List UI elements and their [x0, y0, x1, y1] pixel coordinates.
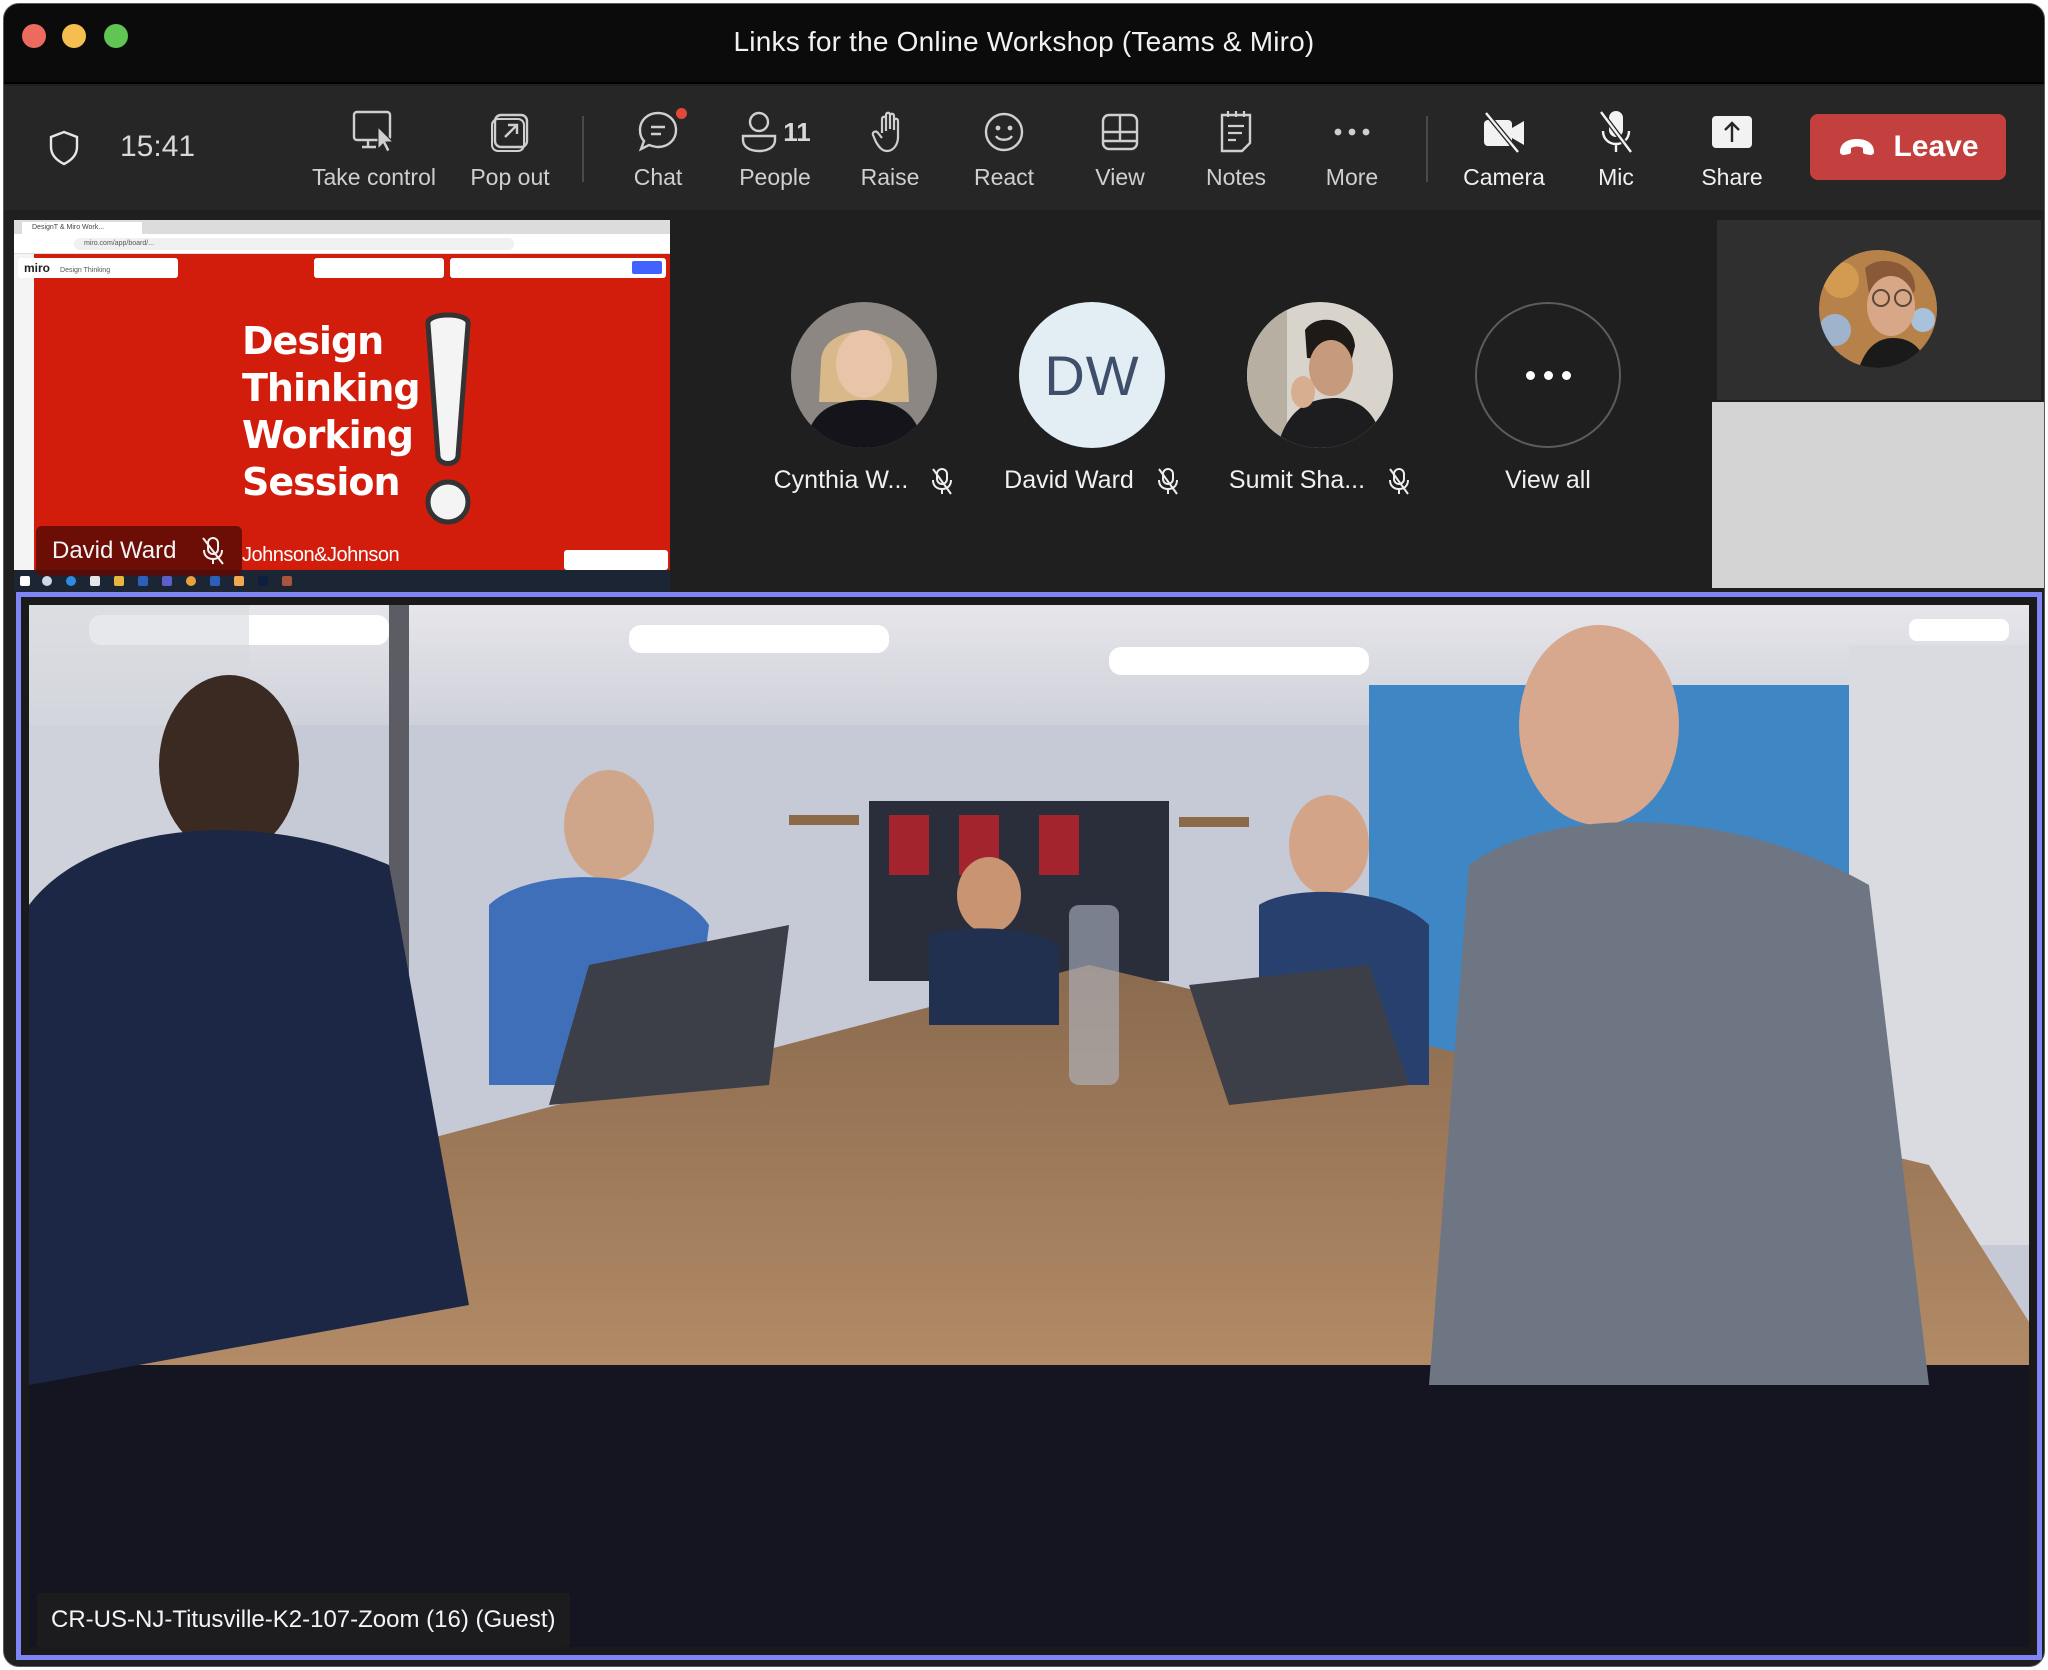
start-icon — [20, 576, 30, 586]
hang-up-icon — [1837, 137, 1877, 157]
toolbar-divider — [1426, 116, 1428, 182]
participant-count: 11 — [783, 116, 811, 147]
self-view-tile[interactable] — [1717, 220, 2041, 400]
chat-icon — [635, 106, 687, 158]
miro-tool-sidebar — [14, 254, 34, 570]
participant-tile[interactable]: Cynthia W... — [764, 302, 964, 495]
leave-button[interactable]: Leave — [1810, 114, 2006, 180]
people-icon — [739, 110, 779, 154]
slide-title: Design Thinking Working Session — [242, 319, 421, 504]
avatar-initials: DW — [1044, 343, 1140, 407]
avatar — [1247, 302, 1393, 448]
view-all-button[interactable]: View all — [1448, 302, 1648, 495]
view-button[interactable]: View — [1080, 106, 1160, 196]
miro-zoom-controls — [564, 550, 668, 570]
mic-off-icon — [1596, 106, 1636, 158]
notes-icon — [1217, 106, 1255, 158]
hand-icon — [870, 106, 910, 158]
store-icon — [90, 576, 100, 586]
shared-screen-tile[interactable]: DesignT & Miro Work... miro.com/app/boar… — [14, 220, 670, 592]
ellipsis-icon — [1332, 106, 1372, 158]
chat-unread-badge — [676, 108, 687, 119]
folder-icon — [114, 576, 124, 586]
presenter-name: David Ward — [52, 537, 177, 564]
miro-board-name: Design Thinking — [60, 267, 111, 274]
camera-off-icon — [1480, 106, 1528, 158]
miro-share-button — [632, 261, 662, 274]
miro-toolbar — [314, 258, 444, 278]
mic-off-icon — [200, 536, 226, 566]
empty-video-tile — [1712, 402, 2044, 588]
mic-off-icon — [930, 467, 954, 495]
conference-room-video — [29, 605, 2029, 1647]
take-control-button[interactable]: Take control — [304, 106, 444, 196]
presenter-name-tag: David Ward — [36, 526, 243, 576]
self-avatar — [1819, 250, 1937, 368]
participant-name: Cynthia W... — [773, 466, 909, 494]
participant-name: David Ward — [1004, 466, 1134, 494]
miro-logo: miro — [24, 261, 51, 275]
pop-out-button[interactable]: Pop out — [460, 106, 560, 196]
avatar: DW — [1019, 302, 1165, 448]
stage-participant-label: CR-US-NJ-Titusville-K2-107-Zoom (16) (Gu… — [37, 1593, 570, 1647]
window-title: Links for the Online Workshop (Teams & M… — [733, 26, 1315, 57]
teams-icon — [162, 576, 172, 586]
participant-strip: DesignT & Miro Work... miro.com/app/boar… — [4, 212, 2044, 592]
participant-name: Sumit Sha... — [1228, 466, 1366, 494]
participant-tile[interactable]: Sumit Sha... — [1220, 302, 1420, 495]
raise-hand-button[interactable]: Raise — [850, 106, 930, 196]
photoshop-icon — [258, 576, 268, 586]
meeting-toolbar: 15:41 Take control Pop out Chat 11 Peopl… — [4, 86, 2044, 210]
ellipsis-icon — [1525, 370, 1571, 380]
browser-address-bar: miro.com/app/board/... — [14, 234, 670, 254]
view-all-label: View all — [1505, 466, 1591, 494]
share-upload-icon — [1710, 106, 1754, 158]
pop-out-icon — [488, 106, 532, 158]
browser-url: miro.com/app/board/... — [74, 238, 514, 250]
avatar — [791, 302, 937, 448]
share-button[interactable]: Share — [1692, 106, 1772, 196]
stage-participant-name: CR-US-NJ-Titusville-K2-107-Zoom (16) (Gu… — [51, 1606, 556, 1633]
miro-board-header: miro Design Thinking — [18, 258, 178, 278]
browser-tab-bar: DesignT & Miro Work... — [14, 220, 670, 234]
chat-button[interactable]: Chat — [618, 106, 698, 196]
calendar-icon — [234, 576, 244, 586]
mic-off-icon — [1156, 467, 1180, 495]
people-button[interactable]: 11 People — [720, 106, 830, 196]
search-icon — [42, 576, 52, 586]
app-icon — [282, 576, 292, 586]
browser-tab: DesignT & Miro Work... — [22, 222, 142, 234]
smiley-icon — [982, 106, 1026, 158]
mic-button[interactable]: Mic — [1576, 106, 1656, 196]
view-all-circle — [1475, 302, 1621, 448]
main-stage-video[interactable]: CR-US-NJ-Titusville-K2-107-Zoom (16) (Gu… — [16, 592, 2042, 1660]
shield-icon[interactable] — [48, 130, 80, 166]
camera-button[interactable]: Camera — [1454, 106, 1554, 196]
mic-off-icon — [1387, 467, 1411, 495]
teams-meeting-window: Links for the Online Workshop (Teams & M… — [3, 3, 2045, 1667]
outlook-icon — [138, 576, 148, 586]
edge-icon — [66, 576, 76, 586]
grid-layout-icon — [1099, 106, 1141, 158]
chrome-icon — [186, 576, 196, 586]
notes-button[interactable]: Notes — [1196, 106, 1276, 196]
participant-tile[interactable]: DW David Ward — [992, 302, 1192, 495]
meeting-timer: 15:41 — [120, 130, 196, 163]
exclamation-graphic — [420, 306, 476, 530]
react-button[interactable]: React — [964, 106, 1044, 196]
slide-brand: Johnson&Johnson — [242, 544, 400, 566]
word-icon — [210, 576, 220, 586]
title-bar: Links for the Online Workshop (Teams & M… — [4, 4, 2044, 84]
toolbar-divider — [582, 116, 584, 182]
more-button[interactable]: More — [1312, 106, 1392, 196]
participant-avatars: Cynthia W... DW David Ward Sumit Sha... … — [764, 302, 1704, 502]
screen-pointer-icon — [350, 106, 398, 158]
